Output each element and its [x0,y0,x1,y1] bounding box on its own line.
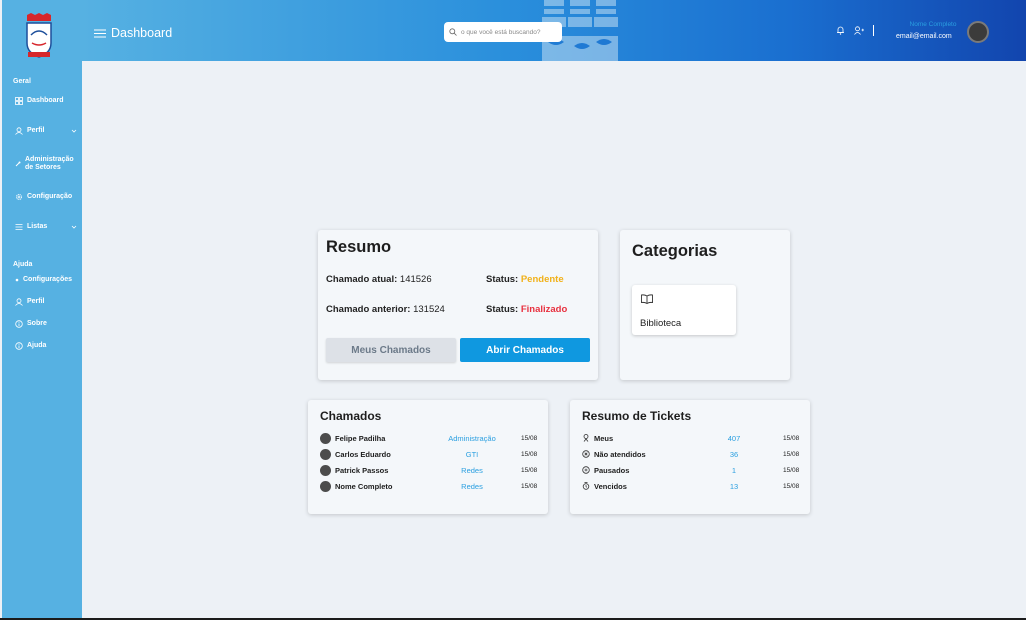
sidebar-item-label: Sobre [27,320,47,327]
sidebar-item-label: Configurações [23,276,73,283]
avatar [320,480,331,492]
menu-toggle-button[interactable]: Dashboard [94,26,172,40]
search-bar[interactable] [444,22,562,42]
help-circle-icon [15,342,23,350]
table-row[interactable]: Felipe Padilha Administração 15/08 [320,432,538,444]
sidebar-section-geral: Geral [13,78,31,85]
category-biblioteca[interactable]: Biblioteca [632,285,736,335]
sidebar-item-label: Perfil [27,298,45,305]
category-label: Biblioteca [640,318,682,329]
avatar [320,432,331,444]
chamados-card: Chamados Felipe Padilha Administração 15… [308,400,548,514]
list-item[interactable]: Não atendidos 36 15/08 [582,448,800,460]
sidebar-item-configuracoes[interactable]: Configurações [15,276,77,284]
avatar [320,448,331,460]
list-item[interactable]: Vencidos 13 15/08 [582,480,800,492]
previous-status: Status: Finalizado [486,304,568,315]
user-icon [15,298,23,306]
chamados-title: Chamados [320,409,382,423]
search-input[interactable] [461,28,559,36]
sidebar-item-label: Dashboard [27,97,64,104]
sidebar-item-label: Administração de Setores [25,156,74,171]
sidebar-item-administracao[interactable]: Administração de Setores [15,156,77,172]
table-row[interactable]: Nome Completo Redes 15/08 [320,480,538,492]
current-ticket: Chamado atual: 141526 [326,274,432,285]
sidebar-item-configuracao[interactable]: Configuração [15,193,77,201]
alarm-icon [582,482,590,490]
chevron-down-icon [71,129,77,133]
table-row[interactable]: Carlos Eduardo GTI 15/08 [320,448,538,460]
abrir-chamados-button[interactable]: Abrir Chamados [460,338,590,362]
page-title: Dashboard [111,26,173,40]
sidebar-item-label: Ajuda [27,342,47,349]
list-item[interactable]: Pausados 1 15/08 [582,464,800,476]
current-status: Status: Pendente [486,274,564,285]
resumo-card: Resumo Chamado atual: 141526 Status: Pen… [318,230,598,380]
user-name: Nome Completo [909,21,957,28]
list-icon [15,224,23,230]
previous-ticket: Chamado anterior: 131524 [326,304,445,315]
pause-circle-icon [582,466,590,474]
bell-icon[interactable] [836,26,845,35]
chevron-down-icon [71,225,77,229]
meus-chamados-button[interactable]: Meus Chamados [326,338,456,362]
sidebar-item-dashboard[interactable]: Dashboard [15,97,77,105]
gear-icon [16,194,22,200]
user-badge-icon [583,434,589,442]
grid-icon [15,97,23,105]
sidebar-item-label: Listas [27,223,48,230]
avatar [320,464,331,476]
x-circle-icon [582,450,590,458]
sidebar-item-listas[interactable]: Listas [15,223,77,231]
search-icon [449,28,457,36]
sidebar-item-label: Configuração [27,193,73,200]
tickets-card: Resumo de Tickets Meus 407 15/08 Não ate… [570,400,810,514]
sidebar-item-label: Perfil [27,127,45,134]
sidebar-item-perfil-ajuda[interactable]: Perfil [15,298,77,306]
table-row[interactable]: Patrick Passos Redes 15/08 [320,464,538,476]
header-divider [873,25,874,36]
sidebar: Geral Dashboard Perfil Administração de … [2,0,82,620]
wrench-icon [15,161,21,167]
user-icon [15,127,23,135]
user-avatar[interactable] [967,21,989,43]
categorias-card: Categorias Biblioteca [620,230,790,380]
info-circle-icon [15,320,23,328]
sidebar-item-perfil[interactable]: Perfil [15,127,77,135]
resumo-title: Resumo [326,238,392,256]
top-actions [836,25,874,36]
sidebar-section-ajuda: Ajuda [13,261,33,268]
add-user-icon[interactable] [854,26,864,35]
sidebar-item-sobre[interactable]: Sobre [15,320,77,328]
tickets-title: Resumo de Tickets [582,409,692,423]
list-item[interactable]: Meus 407 15/08 [582,432,800,444]
top-bar: Dashboard Nome Completo email@email.com [82,0,1026,61]
sidebar-item-ajuda[interactable]: Ajuda [15,342,77,350]
categorias-title: Categorias [632,242,718,260]
university-logo [26,13,52,58]
book-icon [641,294,653,304]
dot-icon [15,278,19,282]
user-email: email@email.com [896,33,952,40]
hamburger-icon [94,28,106,38]
